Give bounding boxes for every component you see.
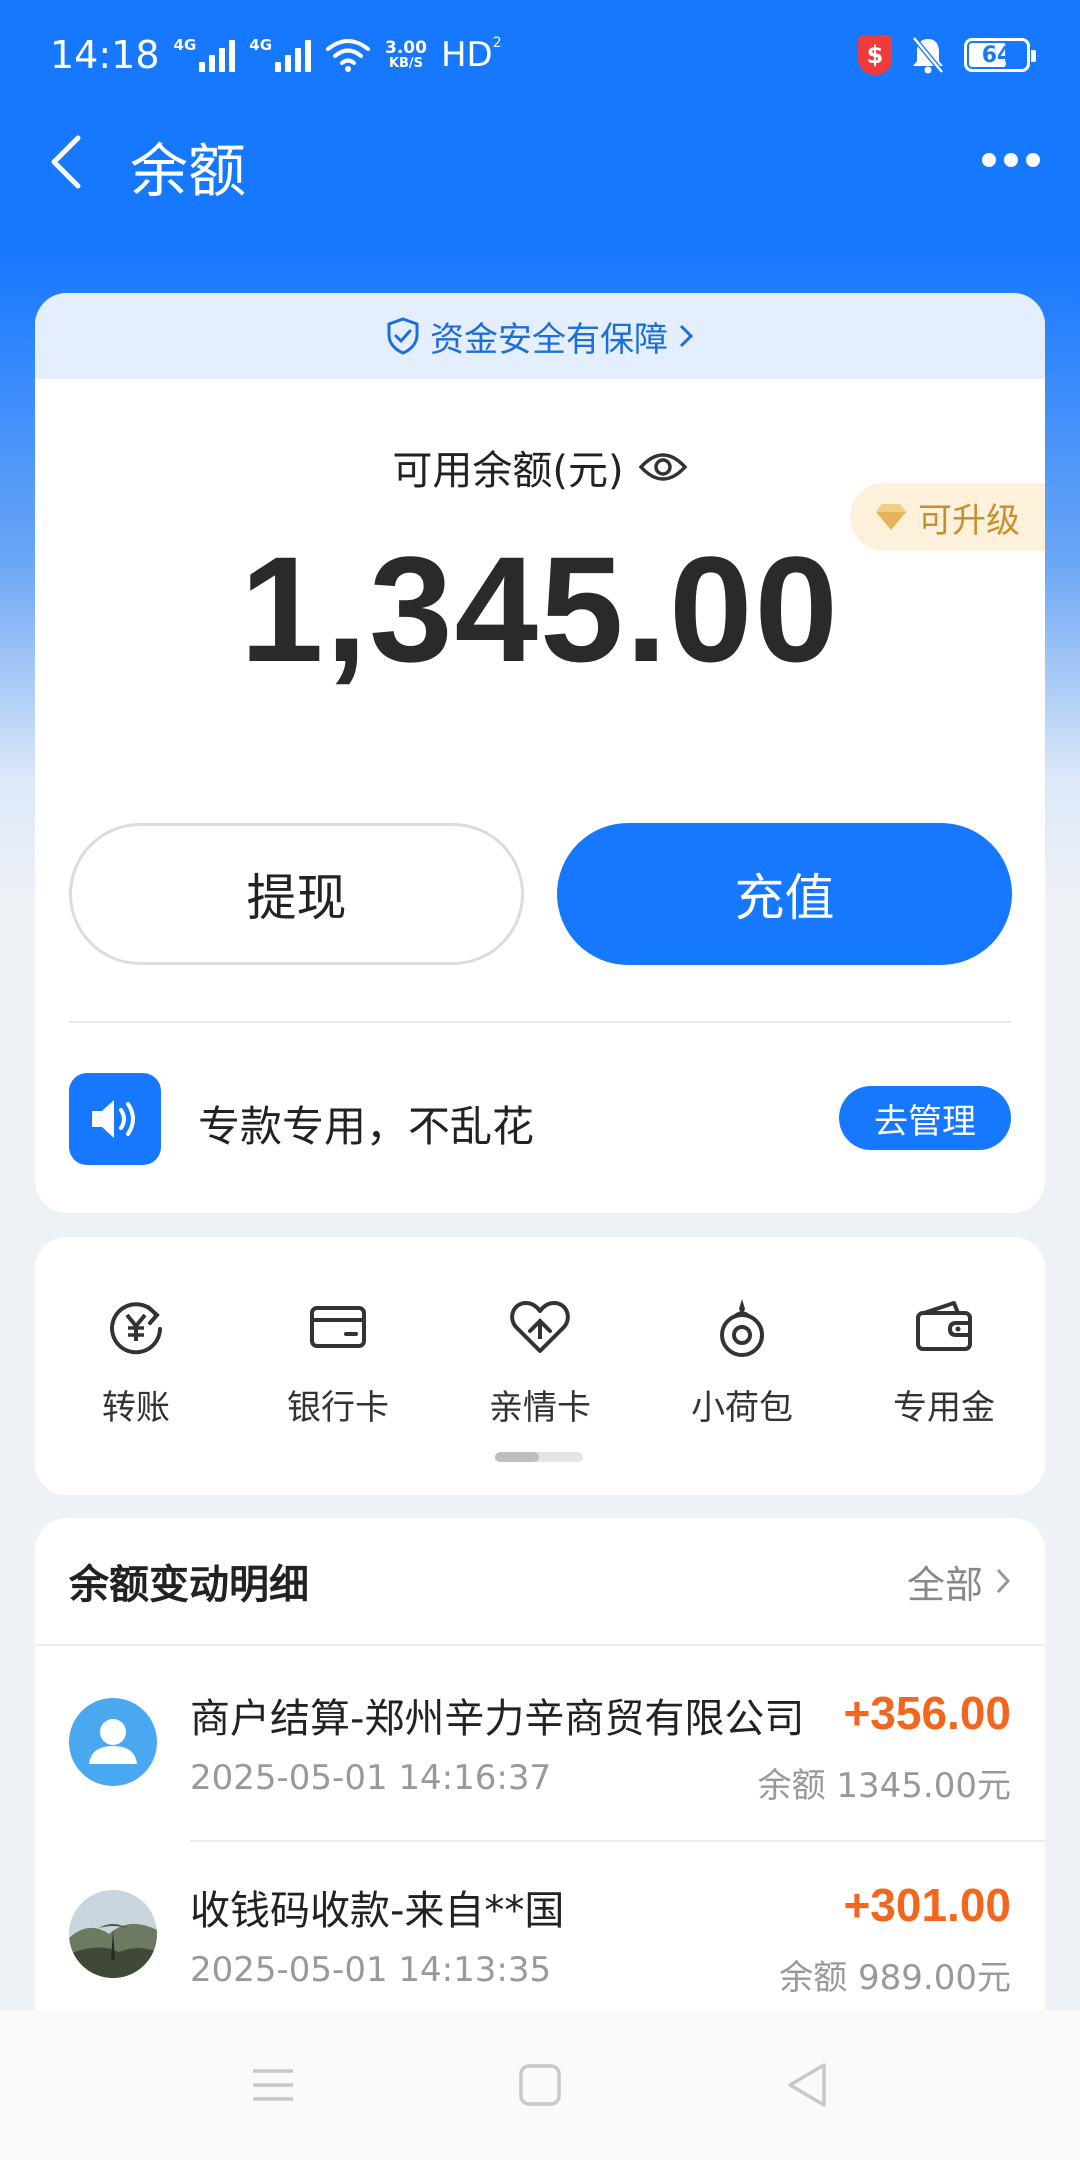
safety-shield-icon [387, 317, 419, 355]
system-nav-bar [0, 2010, 1080, 2160]
fund-safety-link[interactable]: 资金安全有保障 [35, 293, 1045, 379]
mute-bell-icon [912, 36, 944, 74]
safety-text: 资金安全有保障 [430, 319, 668, 360]
shortcut-purse[interactable]: 小荷包 [641, 1292, 843, 1429]
purse-icon [707, 1292, 777, 1362]
transaction-time: 2025-05-01 14:13:35 [190, 1950, 552, 1990]
transfer-yuan-icon [101, 1292, 171, 1362]
home-nav-icon[interactable] [505, 2050, 575, 2120]
transaction-time: 2025-05-01 14:16:37 [190, 1758, 552, 1798]
hd-indicator: HD 2 [440, 35, 502, 75]
shortcut-family-card[interactable]: 亲情卡 [439, 1292, 641, 1429]
transaction-row[interactable]: 收钱码收款-来自**国 2025-05-01 14:13:35 +301.00 … [35, 1840, 1045, 2030]
transaction-amount: +356.00 [843, 1687, 1011, 1739]
menu-nav-icon[interactable] [238, 2050, 308, 2120]
transaction-name: 收钱码收款-来自**国 [190, 1888, 565, 1934]
back-arrow-icon[interactable] [40, 132, 100, 192]
chevron-right-icon [679, 324, 694, 348]
balance-amount: 1,345.00 [240, 525, 840, 693]
speaker-icon [69, 1073, 161, 1165]
topup-button[interactable]: 充值 [557, 823, 1012, 965]
shortcut-label: 转账 [102, 1388, 170, 1428]
withdraw-button[interactable]: 提现 [69, 823, 524, 965]
transaction-name: 商户结算-郑州辛力辛商贸有限公司 [190, 1696, 805, 1742]
status-bar: 14:18 4G 4G 3.00 KB/S HD 2 $ 64 [0, 0, 1080, 110]
battery-icon: 64 [964, 38, 1036, 72]
wifi-icon [326, 39, 371, 72]
shortcut-label: 银行卡 [287, 1388, 389, 1428]
shortcuts-card: 转账 银行卡 亲情卡 小荷包 专用金 [35, 1237, 1045, 1495]
bank-card-icon [303, 1292, 373, 1362]
page-title: 余额 [130, 137, 247, 205]
notice-text: 专款专用，不乱花 [198, 1102, 535, 1151]
app-header: 余额 [0, 110, 1080, 210]
eye-icon[interactable] [638, 448, 688, 486]
network-speed: 3.00 KB/S [385, 38, 427, 71]
shortcut-label: 专用金 [893, 1388, 995, 1428]
balance-label: 可用余额(元) [392, 448, 624, 494]
family-card-icon [505, 1292, 575, 1362]
shortcut-special-fund[interactable]: 专用金 [843, 1292, 1045, 1429]
shortcut-bank-card[interactable]: 银行卡 [237, 1292, 439, 1429]
landscape-avatar-icon [69, 1890, 157, 1978]
shortcut-label: 亲情卡 [489, 1388, 591, 1428]
back-nav-icon[interactable] [772, 2050, 842, 2120]
shortcut-label: 小荷包 [691, 1388, 793, 1428]
signal-1-icon: 4G [174, 38, 236, 72]
transaction-balance: 余额 1345.00元 [757, 1766, 1011, 1806]
balance-card: 资金安全有保障 可用余额(元) 可升级 1,345.00 提现 充值 专款专用，… [35, 293, 1045, 1213]
filter-label: 全部 [906, 1562, 983, 1607]
manage-button[interactable]: 去管理 [839, 1086, 1011, 1150]
transaction-amount: +301.00 [843, 1879, 1011, 1931]
more-options-icon[interactable] [982, 140, 1040, 180]
divider [69, 1021, 1011, 1023]
security-shield-icon: $ [858, 35, 892, 75]
wallet-icon [909, 1292, 979, 1362]
shortcut-transfer[interactable]: 转账 [35, 1292, 237, 1429]
transaction-balance: 余额 989.00元 [779, 1958, 1011, 1998]
transaction-row[interactable]: 商户结算-郑州辛力辛商贸有限公司 2025-05-01 14:16:37 +35… [35, 1648, 1045, 1838]
details-title: 余额变动明细 [69, 1562, 309, 1608]
scroll-indicator [495, 1452, 583, 1462]
details-filter-all[interactable]: 全部 [907, 1554, 1011, 1609]
user-avatar-icon [69, 1698, 157, 1786]
status-time: 14:18 [50, 33, 160, 77]
signal-2-icon: 4G [249, 38, 312, 72]
chevron-right-icon [996, 1568, 1011, 1594]
details-header: 余额变动明细 全部 [35, 1518, 1045, 1646]
